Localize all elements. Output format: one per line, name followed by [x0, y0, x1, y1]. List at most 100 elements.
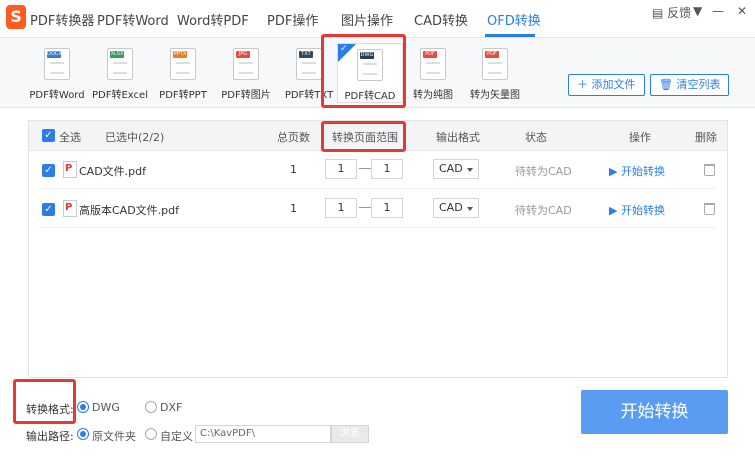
tab-ofd-convert[interactable]: OFD转换	[487, 10, 541, 29]
tool-label: 转为纯图	[413, 90, 453, 101]
col-pages: 总页数	[277, 131, 310, 144]
select-all-label: 全选	[59, 131, 81, 144]
delete-row-icon[interactable]	[704, 203, 715, 215]
cad-file-icon: DWG	[357, 49, 383, 81]
tool-label: PDF转图片	[221, 90, 271, 101]
range-dash	[359, 168, 371, 169]
tool-label: 转为矢量图	[470, 90, 520, 101]
row-status: 待转为CAD	[515, 165, 572, 178]
txt-file-icon: TXT	[296, 48, 322, 80]
format-label: 转换格式:	[26, 403, 74, 416]
tool-label: PDF转TXT	[284, 90, 334, 101]
tool-to-vector-image[interactable]: PDF 转为矢量图	[464, 48, 526, 101]
page-count: 1	[290, 202, 297, 215]
chevron-down-icon	[467, 207, 473, 211]
path-original-radio[interactable]	[77, 428, 89, 440]
row-status: 待转为CAD	[515, 204, 572, 217]
tool-pdf-to-cad[interactable]: ✓ DWG PDF转CAD	[337, 43, 403, 103]
tool-label: PDF转CAD	[344, 91, 396, 102]
row-checkbox[interactable]: ✓	[42, 164, 55, 177]
table-row: ✓ P 高版本CAD文件.pdf 1 1 1 CAD 待转为CAD ▶ 开始转换	[41, 190, 715, 228]
tab-pdf-to-word[interactable]: PDF转Word	[97, 10, 169, 29]
col-delete: 删除	[695, 131, 717, 144]
col-page-range: 转换页面范围	[332, 131, 398, 144]
app-logo-icon: S	[6, 5, 26, 29]
selected-count: 已选中(2/2)	[105, 131, 165, 144]
tool-label: PDF转PPT	[159, 90, 207, 101]
feedback-label: 反馈	[667, 6, 692, 20]
tab-pdf-ops[interactable]: PDF操作	[267, 10, 318, 29]
delete-row-icon[interactable]	[704, 164, 715, 176]
format-dwg-radio[interactable]	[77, 401, 89, 413]
trash-icon: 🗑	[659, 78, 673, 91]
tool-pdf-to-image[interactable]: JPG PDF转图片	[215, 48, 277, 101]
start-convert-link[interactable]: ▶ 开始转换	[609, 163, 665, 179]
format-dxf-label: DXF	[160, 401, 183, 414]
col-output-format: 输出格式	[436, 131, 480, 144]
start-convert-label: 开始转换	[620, 165, 665, 178]
range-to-input[interactable]: 1	[371, 159, 403, 179]
pdf-file-icon: P	[63, 200, 77, 217]
pdf-file-icon: PDF	[420, 48, 446, 80]
format-value: CAD	[439, 201, 463, 214]
range-from-input[interactable]: 1	[325, 198, 357, 218]
tool-pdf-to-word[interactable]: DOCX PDF转Word	[26, 48, 88, 101]
tool-pdf-to-txt[interactable]: TXT PDF转TXT	[278, 48, 340, 101]
top-nav-bar: S PDF转换器 PDF转Word Word转PDF PDF操作 图片操作 CA…	[0, 0, 755, 38]
close-button[interactable]: ✕	[737, 4, 747, 18]
row-checkbox[interactable]: ✓	[42, 203, 55, 216]
ppt-file-icon: PPTX	[170, 48, 196, 80]
tool-pdf-to-excel[interactable]: XLSX PDF转Excel	[89, 48, 151, 101]
format-value: CAD	[439, 162, 463, 175]
start-convert-link[interactable]: ▶ 开始转换	[609, 202, 665, 218]
word-file-icon: DOCX	[44, 48, 70, 80]
output-format-select[interactable]: CAD	[433, 159, 479, 179]
table-row: ✓ P CAD文件.pdf 1 1 1 CAD 待转为CAD ▶ 开始转换	[41, 151, 715, 189]
active-tab-indicator	[485, 34, 535, 37]
tool-pdf-to-ppt[interactable]: PPTX PDF转PPT	[152, 48, 214, 101]
file-name: 高版本CAD文件.pdf	[79, 204, 180, 217]
feedback-icon: ▤	[652, 6, 664, 20]
conversion-toolbar: DOCX PDF转Word XLSX PDF转Excel PPTX PDF转PP…	[0, 38, 755, 108]
path-custom-label: 自定义	[160, 430, 193, 443]
clear-list-button[interactable]: 🗑 清空列表	[650, 74, 730, 96]
tab-word-to-pdf[interactable]: Word转PDF	[177, 10, 249, 29]
file-table: ✓ 全选 已选中(2/2) 总页数 转换页面范围 输出格式 状态 操作 删除 ✓…	[28, 120, 728, 378]
start-convert-label: 开始转换	[620, 204, 665, 217]
table-header: ✓ 全选 已选中(2/2) 总页数 转换页面范围 输出格式 状态 操作 删除	[29, 121, 727, 151]
tool-label: PDF转Excel	[92, 90, 148, 101]
app-title: PDF转换器	[30, 14, 95, 29]
chevron-down-icon	[467, 168, 473, 172]
range-dash	[359, 207, 371, 208]
output-format-select[interactable]: CAD	[433, 198, 479, 218]
browse-button[interactable]: 浏览	[331, 425, 369, 443]
excel-file-icon: XLSX	[107, 48, 133, 80]
file-name: CAD文件.pdf	[79, 165, 147, 178]
range-to-input[interactable]: 1	[371, 198, 403, 218]
output-path-label: 输出路径:	[26, 430, 74, 443]
feedback-button[interactable]: ▤ 反馈	[652, 4, 691, 21]
minimize-button[interactable]: —	[712, 4, 724, 18]
tab-cad-convert[interactable]: CAD转换	[414, 10, 468, 29]
add-file-button[interactable]: ＋ 添加文件	[568, 74, 645, 96]
tool-to-pure-image[interactable]: PDF 转为纯图	[402, 48, 464, 101]
col-status: 状态	[525, 131, 547, 144]
add-file-label: 添加文件	[591, 78, 636, 91]
start-convert-button[interactable]: 开始转换	[581, 390, 728, 434]
format-dwg-label: DWG	[92, 401, 120, 414]
play-icon: ▶	[609, 204, 618, 217]
menu-button[interactable]: ▼	[693, 4, 702, 18]
page-count: 1	[290, 163, 297, 176]
selected-check-icon: ✓	[338, 44, 356, 62]
format-dxf-radio[interactable]	[145, 401, 157, 413]
range-from-input[interactable]: 1	[325, 159, 357, 179]
clear-list-label: 清空列表	[676, 78, 721, 91]
tab-image-ops[interactable]: 图片操作	[341, 10, 393, 29]
output-path-input[interactable]: C:\KavPDF\	[195, 425, 331, 443]
path-custom-radio[interactable]	[145, 428, 157, 440]
path-original-label: 原文件夹	[92, 430, 136, 443]
play-icon: ▶	[609, 165, 618, 178]
pdf-file-icon: P	[63, 161, 77, 178]
select-all-checkbox[interactable]: ✓	[42, 129, 55, 142]
col-action: 操作	[629, 131, 651, 144]
